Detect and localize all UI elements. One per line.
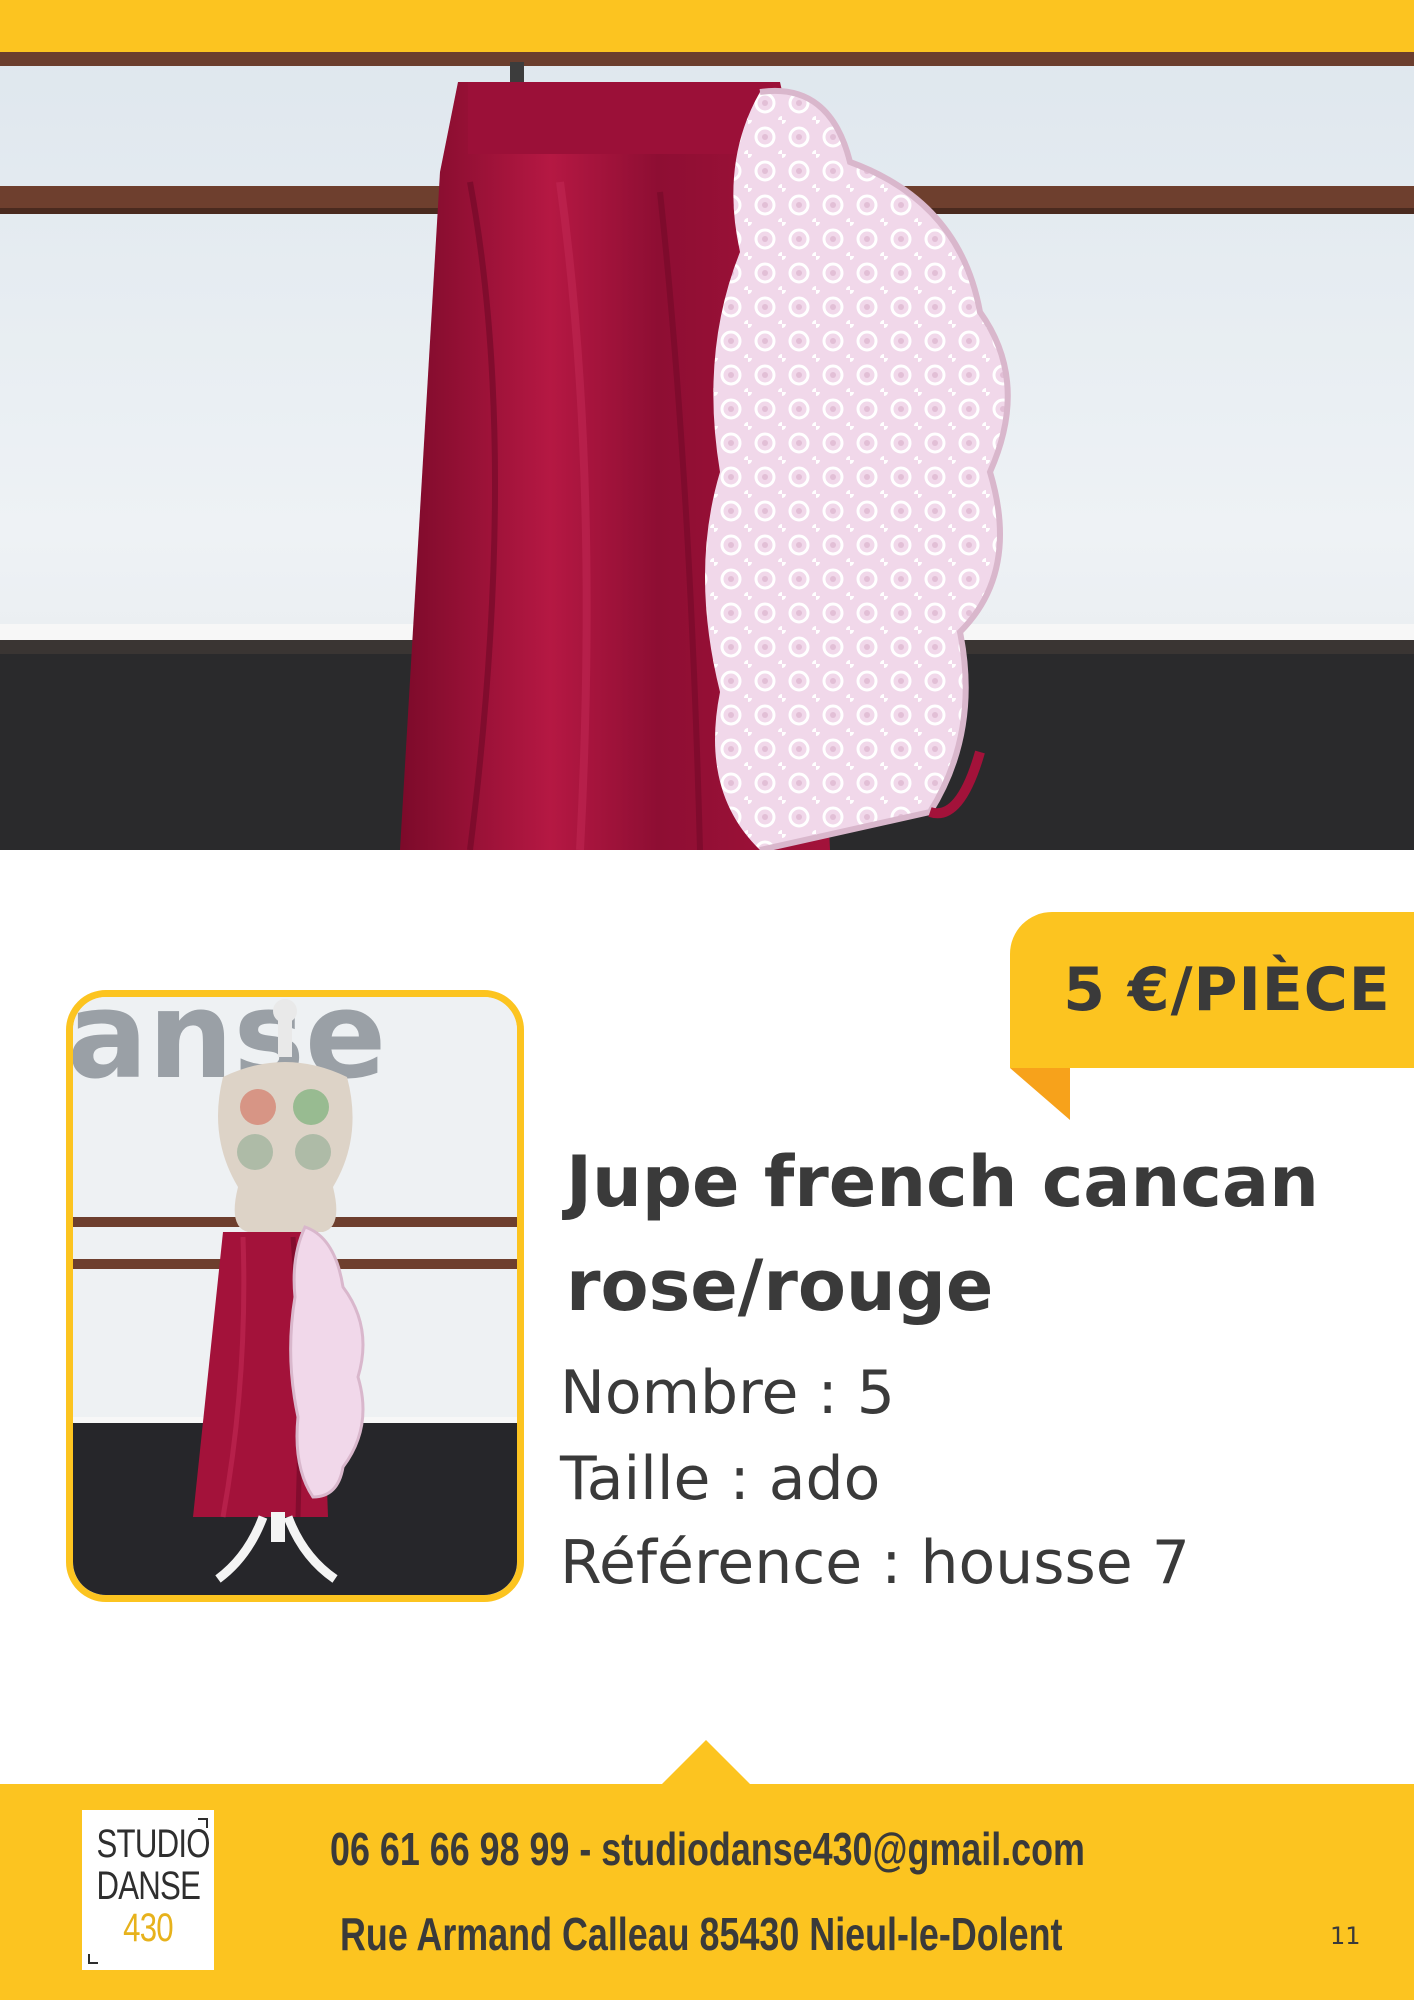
hero-skirt-illustration [0,52,1414,850]
product-count: Nombre : 5 [560,1358,895,1428]
studio-logo: STUDIO DANSE 430 [82,1810,214,1970]
page-number: 11 [1330,1922,1361,1950]
price-tag: 5 €/PIÈCE [1010,912,1414,1068]
product-title-line1: Jupe french cancan [566,1141,1319,1223]
contact-phone-email: 06 61 66 98 99 - studiodanse430@gmail.co… [330,1823,1085,1875]
logo-line-danse: DANSE [96,1864,201,1908]
product-title: Jupe french cancan rose/rouge [566,1130,1386,1338]
logo-corner-mark [88,1954,98,1964]
product-title-line2: rose/rouge [566,1245,994,1327]
product-thumbnail: anse [66,990,524,1602]
contact-address: Rue Armand Calleau 85430 Nieul-le-Dolent [340,1908,1063,1960]
price-label: 5 €/PIÈCE [1063,955,1391,1025]
thumbnail-mannequin-illustration: anse [73,997,517,1595]
logo-line-studio: STUDIO [96,1822,211,1866]
product-reference: Référence : housse 7 [560,1528,1190,1598]
logo-line-430: 430 [123,1906,174,1950]
top-accent-band [0,0,1414,52]
product-size: Taille : ado [560,1444,881,1514]
price-tag-fold [1010,1068,1070,1120]
footer-notch [662,1740,750,1784]
hero-photo [0,52,1414,850]
